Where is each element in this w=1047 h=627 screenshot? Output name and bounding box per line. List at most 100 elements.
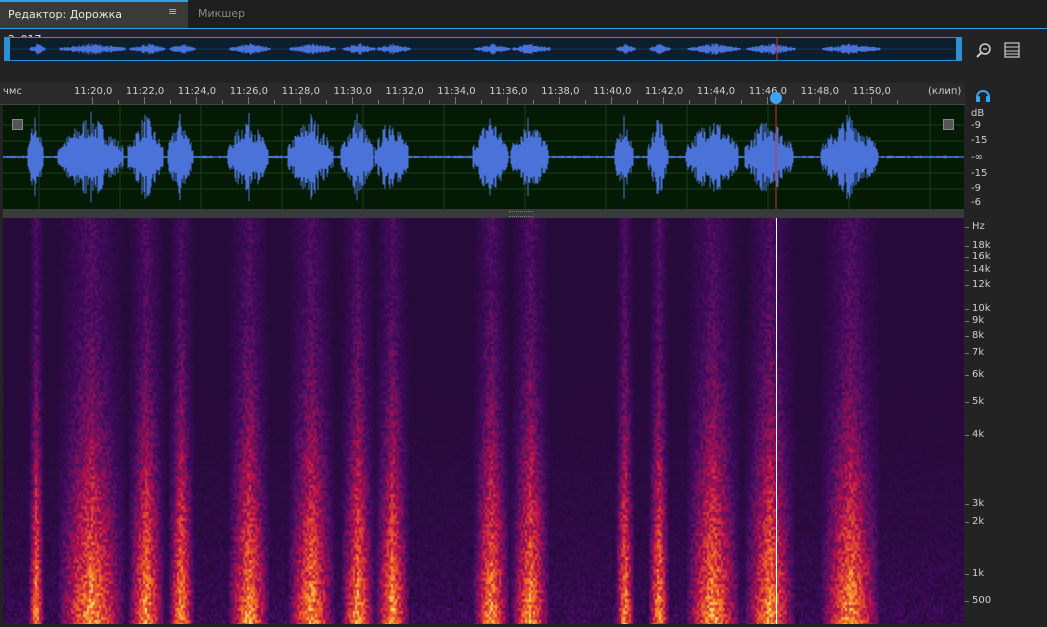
ruler-tick <box>766 97 768 104</box>
hz-label: 12k <box>972 279 991 290</box>
ruler-tick <box>870 97 872 104</box>
ruler-tick-label: 11:24,0 <box>177 86 217 97</box>
ruler-tick-label: 11:36,0 <box>489 86 528 97</box>
ruler-tick-label: 11:34,0 <box>437 86 476 97</box>
ruler-tick <box>507 97 509 104</box>
hz-label: 3k <box>972 498 985 509</box>
hz-tick <box>965 375 969 376</box>
hz-tick <box>965 435 969 436</box>
ruler-tick <box>818 97 820 104</box>
ruler-tick <box>559 97 561 104</box>
hz-label: 5k <box>972 396 985 407</box>
time-ruler[interactable]: чмс (клип) 11:20,0 11:22,0 11:24,0 11:26,0 1… <box>0 83 965 105</box>
overview-navigator[interactable] <box>4 37 962 61</box>
ruler-tick-label: 11:26,0 <box>229 86 269 97</box>
ruler-tick-label: 11:32,0 <box>385 86 424 97</box>
ruler-tick <box>195 97 197 104</box>
hz-label: 18k <box>972 240 991 251</box>
ruler-tick <box>92 97 93 104</box>
db-label: -6 <box>971 197 981 208</box>
ruler-tick-label: 11:28,0 <box>281 86 320 97</box>
ruler-minor-tick <box>896 100 898 104</box>
hz-tick <box>965 504 969 505</box>
ruler-minor-tick <box>688 100 690 104</box>
ruler-tick <box>247 97 249 104</box>
tab-editor[interactable]: Редактор: Дорожка 2_017.wav <box>0 0 188 46</box>
ruler-tick-label: 11:40,0 <box>593 86 632 97</box>
ruler-tick <box>299 97 301 104</box>
ruler-tick <box>403 97 405 104</box>
playhead-line <box>776 218 777 624</box>
hz-tick <box>965 601 969 602</box>
ruler-minor-tick <box>533 100 535 104</box>
overview-waveform-path <box>10 43 955 55</box>
ruler-tick-label: 11:42,0 <box>644 86 684 97</box>
tab-mixer-label: Микшер <box>198 7 246 20</box>
db-label: dB <box>971 108 985 119</box>
ruler-tick <box>351 97 353 104</box>
ruler-tick <box>143 97 145 104</box>
ruler-tick-label: 11:20,0 <box>74 86 113 97</box>
hz-tick <box>965 402 969 403</box>
hz-label: 14k <box>972 264 991 275</box>
fade-in-handle[interactable] <box>12 119 23 130</box>
hz-tick <box>965 574 969 575</box>
tab-bar: Редактор: Дорожка 2_017.wav ≡ Микшер <box>0 0 1047 46</box>
hz-label: 6k <box>972 369 985 380</box>
hz-label: 1k <box>972 568 985 579</box>
ruler-minor-tick <box>792 100 794 104</box>
ruler-minor-tick <box>169 100 171 104</box>
playhead-handle[interactable] <box>770 92 782 104</box>
ruler-minor-tick <box>481 100 483 104</box>
db-label: -9 <box>971 183 981 194</box>
ruler-minor-tick <box>377 100 379 104</box>
ruler-minor-tick <box>118 100 119 104</box>
db-label: -∞ <box>971 152 983 163</box>
ruler-tick-label: 11:30,0 <box>333 86 372 97</box>
hz-tick <box>965 270 969 271</box>
divider-grip[interactable] <box>509 211 533 217</box>
hz-label: 10k <box>972 303 991 314</box>
fade-out-handle[interactable] <box>943 119 954 130</box>
ruler-tick <box>611 97 612 104</box>
ruler-tick-label: 11:38,0 <box>541 86 580 97</box>
hz-label: 16k <box>972 251 991 262</box>
ruler-minor-tick <box>585 100 587 104</box>
hz-label: 4k <box>972 429 985 440</box>
db-label: -15 <box>971 168 988 179</box>
ruler-tick-label: 11:22,0 <box>125 86 165 97</box>
waveform <box>3 105 964 209</box>
ruler-tick <box>714 97 716 104</box>
hz-tick <box>965 353 969 354</box>
hamburger-icon[interactable]: ≡ <box>168 6 180 18</box>
ruler-clip-label: (клип) <box>928 86 962 97</box>
hz-label: 8k <box>972 330 985 341</box>
ruler-minor-tick <box>221 100 223 104</box>
hz-tick <box>965 227 969 228</box>
spectral-display[interactable] <box>3 218 964 624</box>
list-icon[interactable] <box>1003 41 1021 59</box>
ruler-tick-label: 11:50,0 <box>852 86 891 97</box>
hz-label: 2k <box>972 516 985 527</box>
tab-mixer[interactable]: Микшер <box>190 0 270 28</box>
zoom-icon[interactable] <box>975 41 993 59</box>
hz-tick <box>965 246 969 247</box>
hz-tick <box>965 309 969 310</box>
hz-tick <box>965 336 969 337</box>
right-panel <box>1005 105 1047 624</box>
ruler-minor-tick <box>740 100 742 104</box>
frequency-scale: Hz 18k 16k 14k 12k 10k 9k 8k 7k 6k 5k 4k 3k 2k 1k 500 <box>965 218 1005 624</box>
ruler-minor-tick <box>325 100 327 104</box>
hz-tick <box>965 257 969 258</box>
waveform-panel[interactable] <box>3 105 964 209</box>
ruler-minor-tick <box>844 100 846 104</box>
headphones-icon[interactable] <box>974 86 992 104</box>
ruler-minor-tick <box>273 100 275 104</box>
panel-divider[interactable]: ▼ <box>3 209 1020 218</box>
hz-tick <box>965 522 969 523</box>
hz-tick <box>965 285 969 286</box>
db-label: -9 <box>971 120 981 131</box>
ruler-tick <box>455 97 457 104</box>
ruler-tick-label: 11:48,0 <box>800 86 839 97</box>
hz-label: 9k <box>972 315 985 326</box>
